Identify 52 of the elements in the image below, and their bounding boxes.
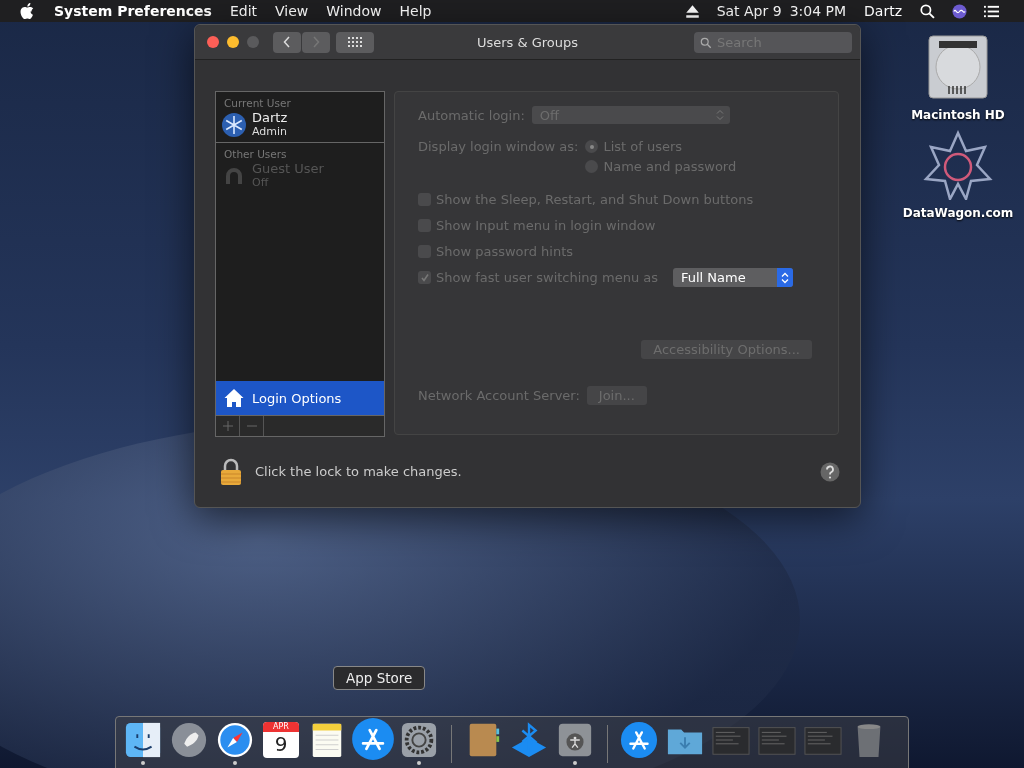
snowflake-avatar-icon — [222, 113, 246, 137]
switching-menu-popup[interactable]: Full Name — [673, 268, 793, 287]
menu-item[interactable]: View — [275, 3, 309, 19]
app-store-icon[interactable] — [620, 721, 658, 759]
eject-icon[interactable] — [684, 3, 700, 19]
menu-time[interactable]: 3:04 PM — [789, 3, 847, 19]
house-icon — [224, 388, 244, 408]
menu-user[interactable]: Dartz — [864, 3, 902, 19]
user-name: Dartz — [252, 111, 288, 125]
chevron-right-icon — [312, 36, 320, 48]
checkmark-icon — [419, 272, 430, 283]
dock-tooltip: App Store — [333, 666, 426, 690]
siri-icon[interactable] — [952, 3, 967, 19]
menu-item[interactable]: Help — [399, 3, 432, 19]
running-indicator — [141, 761, 145, 765]
calendar-icon[interactable]: APR 9 — [263, 722, 299, 758]
checkbox[interactable] — [418, 271, 431, 284]
bluetooth-icon[interactable] — [510, 721, 548, 759]
user-role: Admin — [252, 125, 288, 139]
back-button[interactable] — [273, 31, 301, 53]
desktop-icon-label[interactable]: Macintosh HD — [911, 108, 1005, 122]
window-title: Users & Groups — [476, 34, 579, 50]
updown-arrows-icon — [781, 271, 789, 284]
chevron-left-icon — [283, 36, 291, 48]
menu-item[interactable]: Window — [326, 3, 382, 19]
app-menu[interactable]: System Preferences — [54, 3, 212, 19]
apple-icon[interactable] — [20, 3, 34, 19]
desktop-icon-label[interactable]: DataWagon.com — [902, 206, 1014, 220]
section-label: Current User — [223, 96, 292, 109]
app-store-icon[interactable] — [351, 717, 395, 761]
help-button[interactable] — [820, 461, 840, 482]
running-indicator — [233, 761, 237, 765]
close-button[interactable] — [207, 36, 219, 48]
minimize-button[interactable] — [227, 36, 239, 48]
lock-icon[interactable] — [220, 457, 242, 486]
radio-button[interactable] — [585, 140, 599, 153]
menu-icon[interactable] — [984, 3, 999, 19]
star-pattern-icon[interactable] — [923, 130, 993, 200]
grid-icon — [348, 37, 362, 47]
running-indicator — [417, 761, 421, 765]
section-label: Other Users — [223, 147, 288, 160]
plus-icon — [222, 421, 233, 431]
search-icon[interactable] — [920, 3, 935, 19]
running-indicator — [573, 761, 577, 765]
search-icon — [700, 36, 712, 49]
compass-icon[interactable] — [216, 721, 254, 759]
lock-message: Click the lock to make changes. — [255, 464, 462, 479]
menu-date[interactable]: Sat Apr 9 — [716, 3, 782, 19]
show-all-button[interactable] — [336, 31, 374, 53]
user-item[interactable]: Dartz Admin — [216, 109, 384, 142]
login-options-item[interactable]: Login Options — [216, 381, 384, 415]
menu-item[interactable]: Edit — [229, 3, 258, 19]
